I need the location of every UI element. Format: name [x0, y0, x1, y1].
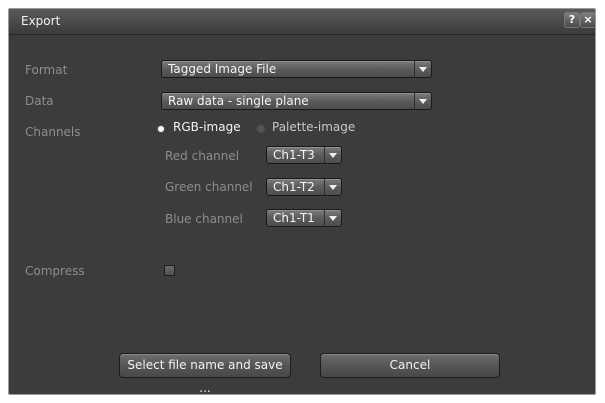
- compress-label: Compress: [25, 264, 85, 278]
- channels-label: Channels: [25, 125, 81, 139]
- format-label: Format: [25, 63, 68, 77]
- rgb-image-radio[interactable]: [156, 124, 166, 134]
- red-channel-value: Ch1-T3: [273, 148, 315, 162]
- export-dialog: Export ? × Format Tagged Image File Data…: [8, 8, 596, 395]
- chevron-down-icon: [414, 93, 431, 109]
- data-value: Raw data - single plane: [168, 94, 309, 108]
- green-channel-label: Green channel: [165, 180, 253, 194]
- format-dropdown[interactable]: Tagged Image File: [161, 60, 432, 78]
- red-channel-dropdown[interactable]: Ch1-T3: [266, 146, 342, 164]
- compress-checkbox[interactable]: [164, 265, 175, 276]
- format-value: Tagged Image File: [168, 62, 277, 76]
- cancel-button[interactable]: Cancel: [320, 353, 500, 378]
- chevron-down-icon: [324, 179, 341, 195]
- data-dropdown[interactable]: Raw data - single plane: [161, 92, 432, 110]
- red-channel-label: Red channel: [165, 149, 240, 163]
- rgb-image-label[interactable]: RGB-image: [173, 120, 241, 134]
- chevron-down-icon: [414, 61, 431, 77]
- green-channel-dropdown[interactable]: Ch1-T2: [266, 178, 342, 196]
- palette-image-label[interactable]: Palette-image: [272, 120, 355, 134]
- chevron-down-icon: [324, 147, 341, 163]
- help-button[interactable]: ?: [564, 12, 580, 28]
- select-file-and-save-button[interactable]: Select file name and save ...: [119, 353, 291, 394]
- palette-image-radio[interactable]: [256, 124, 266, 134]
- dialog-title: Export: [21, 14, 61, 28]
- blue-channel-label: Blue channel: [165, 212, 243, 226]
- chevron-down-icon: [324, 210, 341, 226]
- close-button[interactable]: ×: [580, 12, 595, 28]
- green-channel-value: Ch1-T2: [273, 180, 315, 194]
- blue-channel-dropdown[interactable]: Ch1-T1: [266, 209, 342, 227]
- title-bar[interactable]: Export ? ×: [9, 9, 595, 35]
- blue-channel-value: Ch1-T1: [273, 211, 315, 225]
- data-label: Data: [25, 94, 54, 108]
